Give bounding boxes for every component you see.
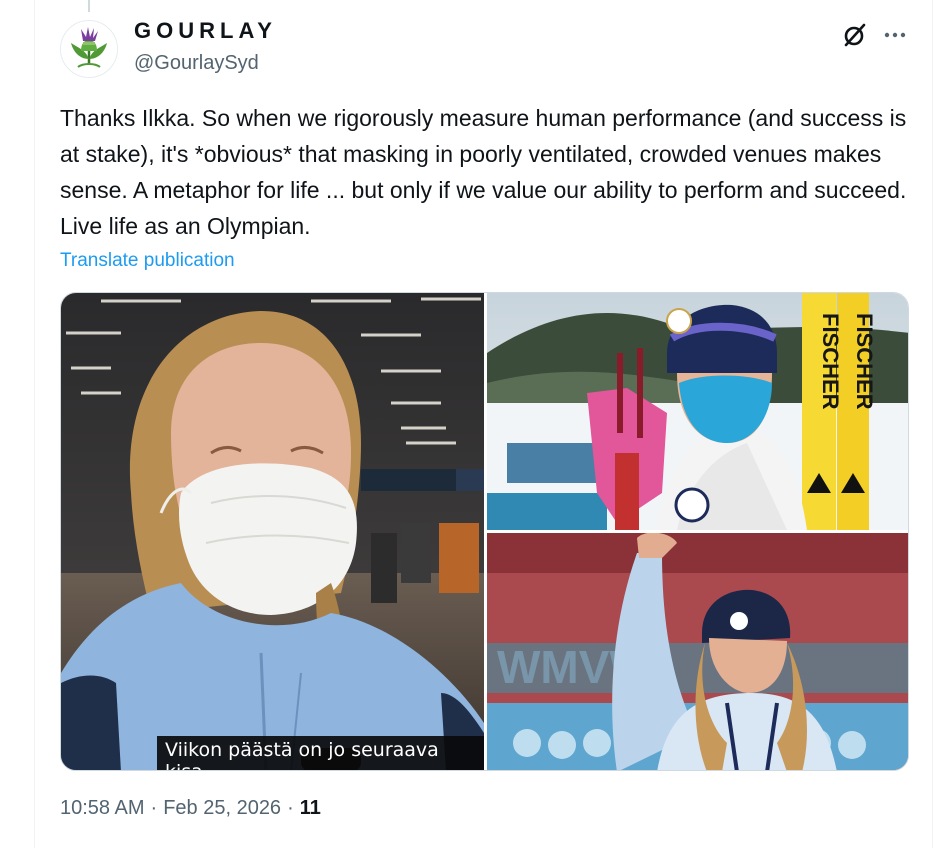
more-options-button[interactable]	[878, 18, 912, 52]
media-grid: Viikon päästä on jo seuraava kisa	[60, 292, 909, 771]
more-horizontal-icon	[884, 32, 906, 38]
views-fade-overlay	[316, 798, 367, 819]
thread-connector-line	[88, 0, 90, 12]
translate-link[interactable]: Translate publication	[60, 250, 235, 272]
thistle-icon	[61, 21, 117, 77]
author-handle[interactable]: @GourlaySyd	[134, 52, 259, 75]
grok-button[interactable]	[838, 18, 872, 52]
podium-photo-image: WMVW	[487, 533, 908, 770]
media-photo-skier-skis[interactable]: FISCHER FISCHER	[487, 293, 908, 530]
meta-separator: ·	[150, 797, 158, 819]
timeline-left-border	[34, 0, 35, 848]
video-subtitle-caption: Viikon päästä on jo seuraava kisa	[157, 736, 484, 770]
tweet-text: Thanks Ilkka. So when we rigorously meas…	[60, 105, 913, 239]
ski-brand-text: FISCHER	[818, 313, 843, 410]
tweet-date[interactable]: Feb 25, 2026	[163, 797, 281, 820]
skier-skis-photo-image: FISCHER FISCHER	[487, 293, 908, 530]
tweet-time[interactable]: 10:58 AM	[60, 797, 145, 820]
grok-icon	[844, 23, 866, 47]
author-display-name[interactable]: GOURLAY	[134, 18, 277, 44]
meta-separator: ·	[287, 797, 294, 819]
tweet-metadata: 10:58 AM · Feb 25, 2026 · 11	[60, 797, 367, 820]
media-photo-podium[interactable]: WMVW	[487, 533, 908, 770]
timeline-right-border	[932, 0, 933, 848]
ski-brand-text: FISCHER	[852, 313, 877, 410]
media-photo-interview[interactable]: Viikon päästä on jo seuraava kisa	[61, 293, 484, 770]
avatar[interactable]	[60, 20, 118, 78]
interview-photo-image	[61, 293, 484, 770]
